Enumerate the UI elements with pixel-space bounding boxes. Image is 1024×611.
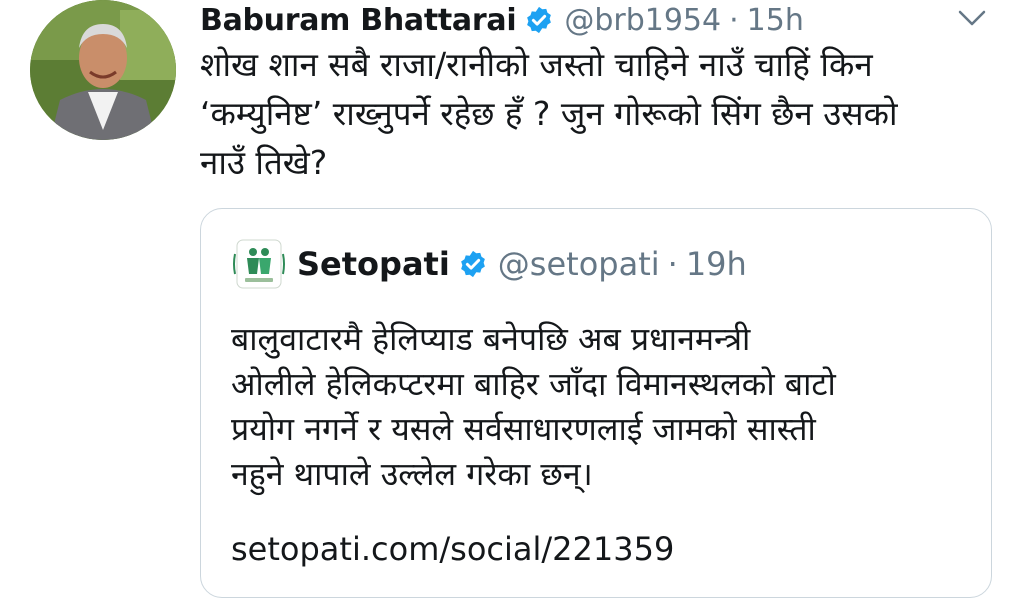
profile-photo xyxy=(30,0,176,140)
avatar[interactable] xyxy=(30,0,176,140)
chevron-down-icon[interactable] xyxy=(956,6,988,30)
tweet-card: Baburam Bhattarai @brb1954 · 15h शोख शान… xyxy=(0,0,1024,611)
setopati-logo-icon xyxy=(233,239,285,289)
verified-badge-icon xyxy=(527,6,552,34)
quoted-tweet[interactable]: Setopati @setopati · 19h बालुवाटारमै हेल… xyxy=(200,208,992,598)
tweet-timestamp[interactable]: 15h xyxy=(747,3,804,38)
quoted-tweet-timestamp[interactable]: 19h xyxy=(686,245,747,283)
separator-dot: · xyxy=(729,2,739,38)
author-name[interactable]: Baburam Bhattarai xyxy=(200,3,517,38)
author-handle[interactable]: @brb1954 xyxy=(564,3,721,38)
quoted-author-name[interactable]: Setopati xyxy=(297,245,450,283)
quoted-tweet-header: Setopati @setopati · 19h xyxy=(231,239,747,289)
quoted-tweet-text: बालुवाटारमै हेलिप्याड बनेपछि अब प्रधानमन… xyxy=(231,320,836,493)
quoted-tweet-link[interactable]: setopati.com/social/221359 xyxy=(231,527,674,572)
tweet-header: Baburam Bhattarai @brb1954 · 15h xyxy=(200,0,804,40)
separator-dot: · xyxy=(667,245,678,283)
tweet-text: शोख शान सबै राजा/रानीको जस्तो चाहिने नाउ… xyxy=(200,45,898,182)
verified-badge-icon xyxy=(460,250,485,278)
quoted-author-handle[interactable]: @setopati xyxy=(498,245,660,283)
